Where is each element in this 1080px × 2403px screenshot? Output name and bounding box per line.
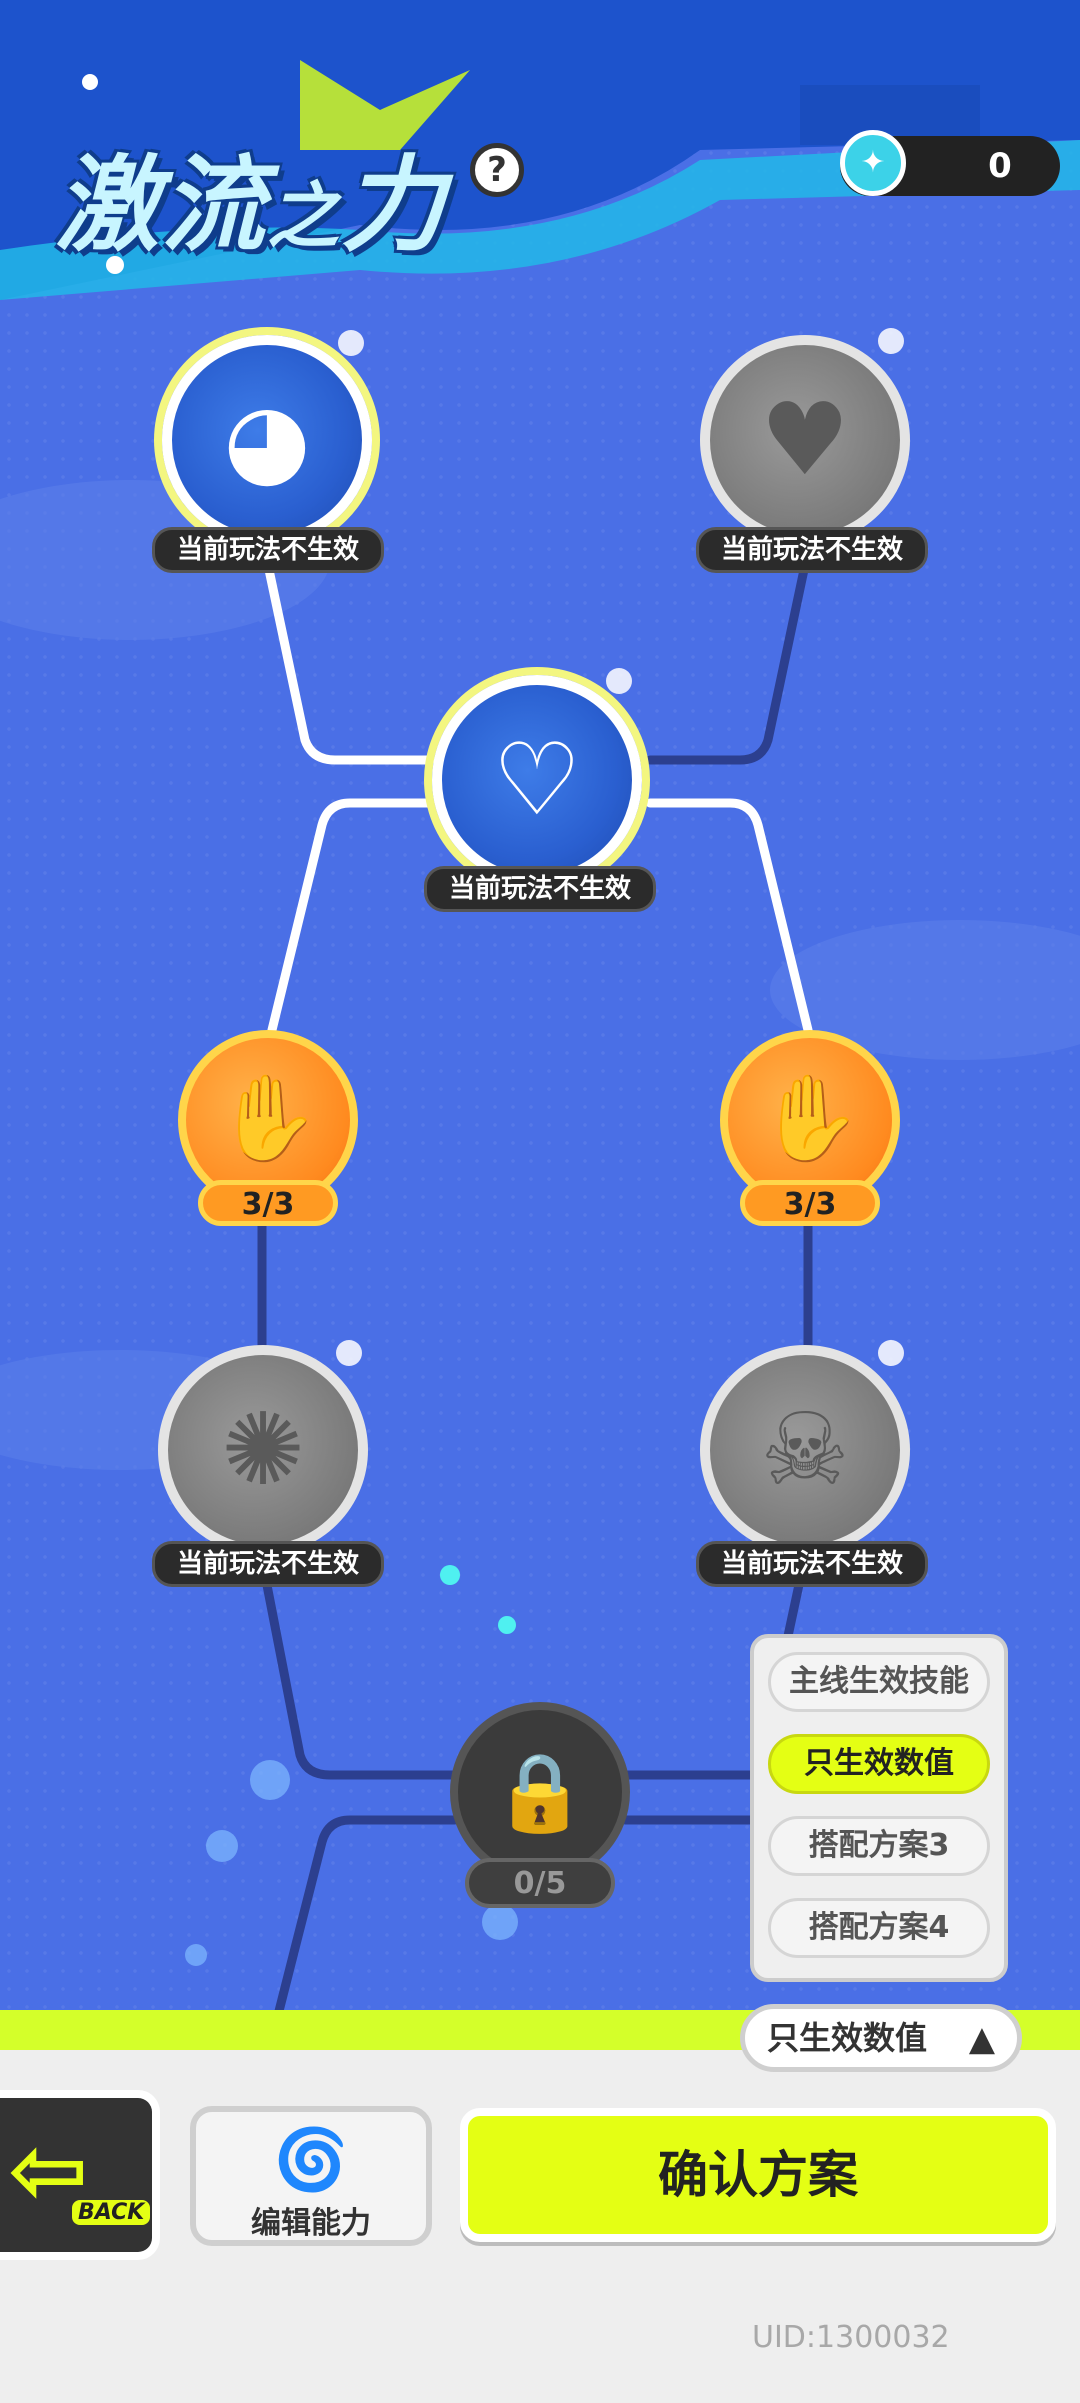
back-label: BACK	[72, 2200, 151, 2225]
confirm-scheme-button[interactable]: 确认方案	[460, 2108, 1056, 2242]
swirl-icon: 🌀	[273, 2125, 349, 2195]
chevron-up-icon: ▲	[968, 2019, 995, 2059]
ability-node-lower-right[interactable]: ☠	[700, 1345, 910, 1555]
dropdown-option-mainline[interactable]: 主线生效技能	[768, 1652, 990, 1712]
ability-node-locked[interactable]: 🔒	[450, 1702, 630, 1882]
currency-display: ✦ 0	[840, 130, 1060, 196]
bubble-decor	[606, 668, 632, 694]
heart-plus-icon: ♡	[492, 721, 582, 838]
user-id: UID:1300032	[752, 2320, 950, 2355]
currency-value: 0	[988, 146, 1012, 186]
ability-node-lower-left[interactable]: ✺	[158, 1345, 368, 1555]
back-button[interactable]: ⇦ BACK	[0, 2090, 160, 2260]
scheme-dropdown: 主线生效技能 只生效数值 搭配方案3 搭配方案4	[750, 1634, 1008, 1982]
node-status-label: 当前玩法不生效	[152, 1541, 385, 1587]
swirl-icon: ✺	[221, 1391, 305, 1508]
node-progress: 0/5	[465, 1858, 615, 1908]
heart-up-icon: ♥	[760, 381, 850, 498]
node-progress: 3/3	[740, 1180, 880, 1226]
ability-node-middle[interactable]: ♡	[432, 675, 642, 885]
bubble-decor	[878, 328, 904, 354]
dropdown-option-scheme-4[interactable]: 搭配方案4	[768, 1898, 990, 1958]
ability-node-top-right[interactable]: ♥	[700, 335, 910, 545]
node-status-label: 当前玩法不生效	[152, 527, 385, 573]
node-status-label: 当前玩法不生效	[696, 1541, 929, 1587]
bubble-decor	[338, 330, 364, 356]
node-status-label: 当前玩法不生效	[696, 527, 929, 573]
bubble-decor	[878, 1340, 904, 1366]
lock-icon: 🔒	[492, 1747, 588, 1836]
water-drop-icon: ✦	[840, 130, 906, 196]
node-progress: 3/3	[198, 1180, 338, 1226]
skull-icon: ☠	[760, 1391, 850, 1508]
page-title: 激流之力	[55, 144, 448, 266]
edit-ability-label: 编辑能力	[251, 2206, 371, 2241]
bubble-decor	[336, 1340, 362, 1366]
handshake-up-icon: ✋	[215, 1069, 321, 1167]
scheme-filter-toggle[interactable]: 只生效数值 ▲	[740, 2004, 1022, 2072]
ability-node-top-left[interactable]: ◕	[162, 335, 372, 545]
ability-screen: 激流之力 ? ✦ 0 ◕ 当前玩法不生效 ♥ 当前玩法不生效 ♡ 当前玩法不生效…	[0, 0, 1080, 2403]
edit-ability-button[interactable]: 🌀 编辑能力	[190, 2106, 432, 2246]
dropdown-option-values-only[interactable]: 只生效数值	[768, 1734, 990, 1794]
octopus-swimmer-icon: ◕	[223, 381, 311, 498]
filter-toggle-label: 只生效数值	[767, 2019, 928, 2057]
header: 激流之力 ? ✦ 0	[0, 0, 1080, 330]
dropdown-option-scheme-3[interactable]: 搭配方案3	[768, 1816, 990, 1876]
handshake-up-icon: ✋	[757, 1069, 863, 1167]
help-button[interactable]: ?	[470, 143, 524, 197]
node-status-label: 当前玩法不生效	[424, 866, 657, 912]
